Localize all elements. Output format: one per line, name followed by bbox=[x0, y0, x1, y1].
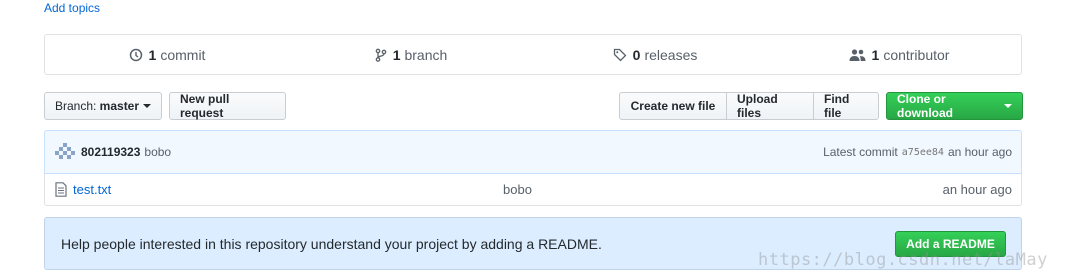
create-new-file-button[interactable]: Create new file bbox=[619, 92, 727, 120]
releases-count: 0 bbox=[632, 46, 641, 63]
tag-icon bbox=[613, 48, 627, 61]
branches-stat[interactable]: 1 branch bbox=[289, 47, 533, 63]
file-row: test.txt bobo an hour ago bbox=[44, 173, 1022, 206]
clone-or-download-button[interactable]: Clone or download bbox=[886, 92, 1023, 120]
contributors-count: 1 bbox=[871, 46, 880, 63]
branch-select-button[interactable]: Branch: master bbox=[44, 92, 162, 120]
clone-or-download-label: Clone or download bbox=[897, 92, 953, 120]
releases-stat[interactable]: 0 releases bbox=[533, 47, 777, 63]
branch-prefix: Branch: bbox=[54, 99, 97, 113]
new-pull-request-button[interactable]: New pull request bbox=[169, 92, 286, 120]
readme-prompt: Help people interested in this repositor… bbox=[44, 217, 1022, 270]
find-file-button[interactable]: Find file bbox=[813, 92, 879, 120]
readme-prompt-text: Help people interested in this repositor… bbox=[61, 235, 602, 252]
latest-commit-info: Latest commit a75ee84 an hour ago bbox=[823, 145, 1012, 159]
file-name-link[interactable]: test.txt bbox=[73, 182, 503, 197]
branch-name: master bbox=[99, 99, 140, 113]
commits-count: 1 bbox=[148, 46, 157, 63]
repo-stats-bar: 1 commit 1 branch 0 releases 1 contribut… bbox=[44, 34, 1022, 75]
file-icon bbox=[55, 181, 67, 197]
upload-files-button[interactable]: Upload files bbox=[726, 92, 814, 120]
commit-message[interactable]: bobo bbox=[144, 145, 171, 159]
latest-commit-label: Latest commit bbox=[823, 145, 898, 159]
add-topics-link[interactable]: Add topics bbox=[44, 1, 100, 15]
caret-down-icon bbox=[1004, 104, 1012, 108]
commits-label: commit bbox=[160, 46, 206, 63]
commit-author-link[interactable]: 802119323 bbox=[81, 145, 140, 159]
file-age: an hour ago bbox=[942, 181, 1012, 197]
contributors-label: contributor bbox=[883, 46, 950, 63]
branches-count: 1 bbox=[392, 46, 401, 63]
caret-down-icon bbox=[143, 104, 152, 108]
people-icon bbox=[849, 48, 866, 61]
commits-stat[interactable]: 1 commit bbox=[45, 47, 289, 63]
commit-sha-link[interactable]: a75ee84 bbox=[902, 147, 944, 158]
file-actions-group: Create new file Upload files Find file bbox=[619, 92, 879, 120]
branches-label: branch bbox=[404, 46, 448, 63]
history-icon bbox=[129, 48, 142, 61]
file-commit-message[interactable]: bobo bbox=[503, 182, 803, 197]
add-readme-button[interactable]: Add a README bbox=[895, 230, 1006, 257]
releases-label: releases bbox=[644, 46, 698, 63]
branch-icon bbox=[375, 48, 387, 62]
latest-commit-bar: 802119323 bobo Latest commit a75ee84 an … bbox=[44, 130, 1022, 174]
contributors-stat[interactable]: 1 contributor bbox=[777, 47, 1021, 63]
commit-time: an hour ago bbox=[947, 145, 1012, 159]
avatar[interactable] bbox=[55, 142, 75, 162]
